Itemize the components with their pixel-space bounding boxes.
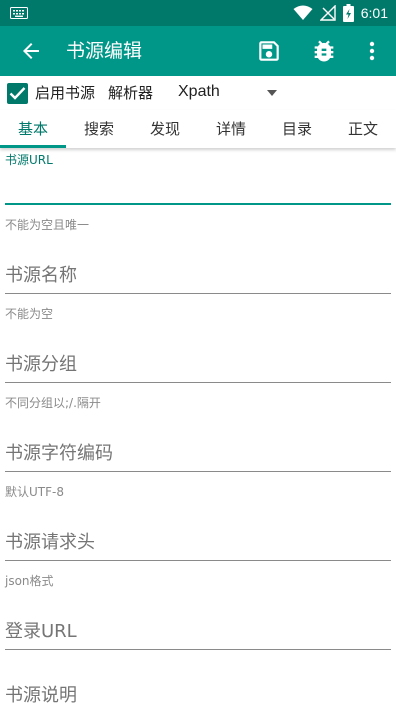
enable-source-label[interactable]: 启用书源 [35,83,95,103]
debug-bug-icon[interactable] [310,37,338,65]
source-header-hint: 书源请求头 [5,532,95,553]
login-url-field[interactable]: 登录URL [5,620,391,654]
enable-source-checkbox[interactable] [7,83,28,104]
source-name-hint: 书源名称 [5,265,77,286]
source-charset-hint: 书源字符编码 [5,443,113,464]
source-group-underline [5,382,391,383]
tab-bar: 基本 搜索 发现 详情 目录 正文 [0,110,396,148]
options-row: 启用书源 解析器 Xpath [0,76,396,110]
source-charset-underline [5,471,391,472]
source-group-field[interactable]: 书源分组 不同分组以;/.隔开 [5,353,391,413]
parser-label: 解析器 [108,84,154,102]
keyboard-icon [10,7,28,19]
save-icon[interactable] [256,38,282,64]
no-signal-icon [319,5,336,21]
wifi-icon [293,5,313,20]
source-group-help: 不同分组以;/.隔开 [5,396,101,410]
back-arrow-icon[interactable] [18,39,44,63]
tab-discover[interactable]: 发现 [132,110,198,148]
source-header-underline [5,560,391,561]
parser-select[interactable]: Xpath [178,82,284,104]
tab-toc[interactable]: 目录 [264,110,330,148]
login-url-hint: 登录URL [5,621,77,642]
tab-search[interactable]: 搜索 [66,110,132,148]
more-vert-icon[interactable] [362,39,382,63]
source-url-underline [5,203,391,205]
source-header-field[interactable]: 书源请求头 json格式 [5,531,391,591]
source-url-label: 书源URL [5,153,53,167]
battery-charging-icon [342,4,354,22]
source-desc-field[interactable]: 书源说明 [5,684,391,704]
source-charset-help: 默认UTF-8 [5,485,64,499]
check-icon [9,87,26,100]
tab-detail[interactable]: 详情 [198,110,264,148]
parser-select-value: Xpath [178,83,220,100]
source-header-help: json格式 [5,574,54,588]
source-url-help: 不能为空且唯一 [5,218,90,232]
login-url-underline [5,649,391,650]
source-name-underline [5,293,391,294]
dropdown-caret-icon [267,90,277,96]
tab-content[interactable]: 正文 [330,110,396,148]
source-desc-hint: 书源说明 [5,685,77,704]
source-url-input[interactable] [5,168,391,202]
tab-basic[interactable]: 基本 [0,110,66,148]
source-name-help: 不能为空 [5,307,54,321]
source-group-hint: 书源分组 [5,354,77,375]
page-title: 书源编辑 [66,40,143,62]
tab-indicator [0,145,66,148]
app-toolbar: 书源编辑 [0,26,396,76]
source-charset-field[interactable]: 书源字符编码 默认UTF-8 [5,442,391,502]
source-name-field[interactable]: 书源名称 不能为空 [5,264,391,324]
status-bar: 6:01 [0,0,396,26]
clock: 6:01 [360,5,388,21]
